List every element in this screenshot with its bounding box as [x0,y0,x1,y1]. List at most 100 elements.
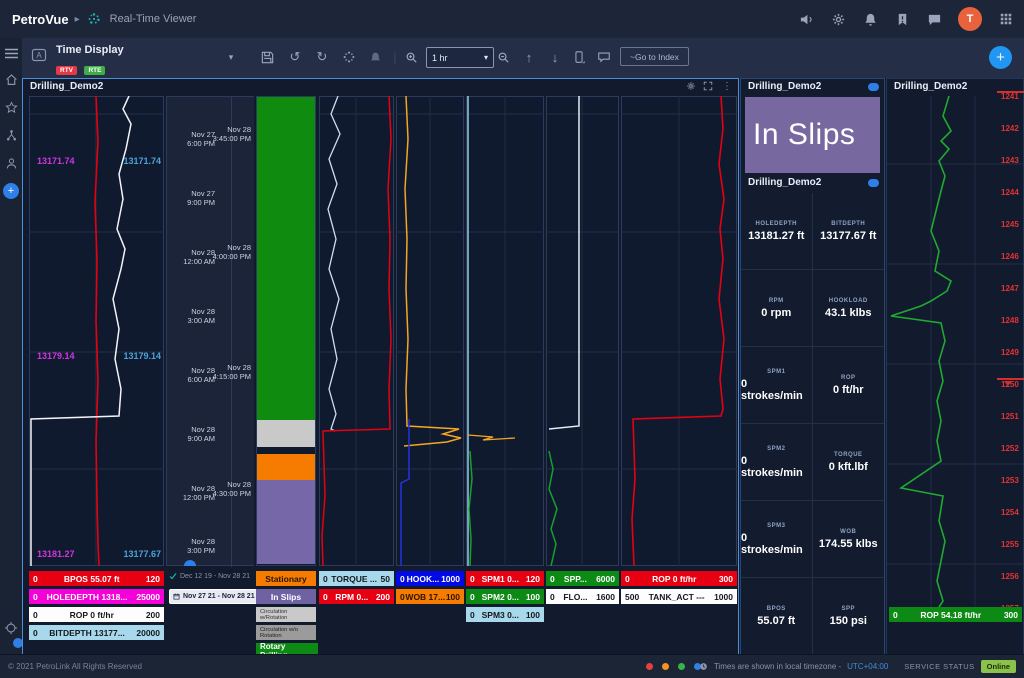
settings-gear-icon[interactable] [830,11,846,27]
target-icon[interactable] [4,621,18,635]
legend-bpos[interactable]: 0BPOS 55.07 ft120 [29,571,164,586]
status-values-panel[interactable]: Drilling_Demo2 In Slips Drilling_Demo2 H… [740,78,885,656]
track-rig-state[interactable] [256,96,316,566]
value-cell: BPOS55.07 ft [741,578,813,655]
apps-grid-icon[interactable] [998,11,1014,27]
redo-icon[interactable]: ↻ [313,48,331,66]
bookmark-alert-icon[interactable] [894,11,910,27]
value-cell: SPM10 strokes/min [741,347,813,424]
panel-expand-icon[interactable] [703,81,717,91]
header-actions: T [798,0,1014,38]
legend-spp[interactable]: 0SPP...6000 [546,571,619,586]
track-rop-tank[interactable] [621,96,737,566]
messages-icon[interactable] [926,11,942,27]
interval-select[interactable]: 1 hr ▾ [426,47,494,68]
display-type-icon[interactable]: A [30,46,48,64]
state-block-stationary [257,454,315,480]
selected-range-button[interactable]: Nov 27 21 - Nov 28 21 [169,589,259,604]
legend-state-stationary[interactable]: Stationary [256,571,316,586]
panel-link-icon[interactable] [868,179,879,187]
legend-state-circulation-w-rotation[interactable]: Circulation w/Rotation [256,607,316,622]
value-cell: HOOKLOAD43.1 klbs [813,270,885,347]
app-header: PetroVue ▸ Real-Time Viewer T [0,0,1024,38]
save-icon[interactable] [258,48,276,66]
scale-tick: 1254 [1001,508,1024,518]
dot-orange[interactable] [662,663,669,670]
home-icon[interactable] [4,72,18,86]
legend-state-in-slips[interactable]: In Slips [256,589,316,604]
time-cursor-marker[interactable] [184,560,196,566]
legend-holedepth[interactable]: 0HOLEDEPTH 1318...25000 [29,589,164,604]
legend-rpm[interactable]: 0RPM 0...200 [319,589,394,604]
sparkle-icon[interactable] [340,48,358,66]
scale-tick: 1255 [1001,540,1024,550]
legend-tank-act[interactable]: 500TANK_ACT ---1000 [621,589,737,604]
legend-torque[interactable]: 0TORQUE ...50 [319,571,394,586]
legend-spm2[interactable]: 0SPM2 0...100 [466,589,544,604]
legend-wob[interactable]: 0WOB 17...100 [396,589,464,604]
statusbar-right: Times are shown in local timezone - UTC+… [699,655,1016,678]
legend-rop-right[interactable]: 0ROP 54.18 ft/hr300 [889,607,1022,622]
scale-tick: 1243 [1001,156,1024,166]
value-cell: HOLEDEPTH13181.27 ft [741,193,813,270]
comment-icon[interactable] [595,48,613,66]
star-icon[interactable] [4,100,18,114]
track-spp-flo[interactable] [546,96,619,566]
track-spm[interactable] [466,96,544,566]
device-view-icon[interactable] [570,48,588,66]
timezone-value[interactable]: UTC+04:00 [847,662,888,671]
panel-menu-icon[interactable]: ⋮ [720,81,734,92]
user-icon[interactable] [4,156,18,170]
dot-red[interactable] [646,663,653,670]
legend-rop[interactable]: 0ROP 0 ft/hr300 [621,571,737,586]
sidebar-add-button[interactable]: + [3,183,19,199]
arrow-down-icon[interactable]: ↓ [546,48,564,66]
value-cell: SPP150 psi [813,578,885,655]
time-tick-minor: Nov 284:15:00 PM [207,363,251,381]
zoom-in-icon[interactable] [402,48,420,66]
menu-icon[interactable] [4,46,18,60]
notification-bell-icon[interactable] [862,11,878,27]
copyright-text: © 2021 PetroLink All Rights Reserved [8,662,142,671]
legend-hook[interactable]: 0HOOK...1000 [396,571,464,586]
scale-tick: 1252 [1001,444,1024,454]
rig-state-text: In Slips [753,118,855,152]
time-tick: Nov 283:00 PM [171,537,215,555]
go-to-index-button[interactable]: ~Go to Index [620,47,689,66]
time-tick: Nov 289:00 AM [171,425,215,443]
full-range-label[interactable]: Dec 12 19 - Nov 28 21 [169,572,250,580]
user-avatar[interactable]: T [958,7,982,31]
page-title: Real-Time Viewer [110,13,197,25]
time-tick-minor: Nov 284:30:00 PM [207,480,251,498]
arrow-up-icon[interactable]: ↑ [520,48,538,66]
legend-spm1[interactable]: 0SPM1 0...120 [466,571,544,586]
legend-bitdepth[interactable]: 0BITDEPTH 13177...20000 [29,625,164,640]
left-sidebar: + [0,38,22,655]
track-torque-rpm[interactable] [319,96,394,566]
panel-settings-icon[interactable] [686,81,700,91]
panel-link-icon[interactable] [868,83,879,91]
legend-spm3[interactable]: 0SPM3 0...100 [466,607,544,622]
time-tick: Nov 279:00 PM [171,189,215,207]
app-root: PetroVue ▸ Real-Time Viewer T [0,0,1024,678]
toolbar: A Time Display RTV RTE ▾ ↺ ↻ | 1 hr ▾ ↑ [0,38,1024,79]
toolbar-bell-icon[interactable] [366,48,384,66]
right-chart-panel[interactable]: Drilling_Demo2 1241 1242 1243 1244 1245 … [886,78,1024,656]
undo-icon[interactable]: ↺ [286,48,304,66]
network-icon[interactable] [4,128,18,142]
panel-title: Drilling_Demo2 [894,81,967,92]
track-depth[interactable] [29,96,164,566]
state-block-rotary-drilling [257,97,315,420]
dot-green[interactable] [678,663,685,670]
view-dropdown-caret-icon[interactable]: ▾ [222,48,240,66]
add-panel-button[interactable]: + [989,46,1012,69]
brand-logo-text[interactable]: PetroVue [12,12,69,27]
legend-state-circulation-wo-rotation[interactable]: Circulation w/o Rotation [256,625,316,640]
track-hook-wob[interactable] [396,96,464,566]
volume-icon[interactable] [798,11,814,27]
zoom-out-icon[interactable] [494,48,512,66]
legend-flo[interactable]: 0FLO...1600 [546,589,619,604]
legend-rop-depth-track[interactable]: 0ROP 0 ft/hr200 [29,607,164,622]
rtv-badge: RTV [56,66,77,75]
main-chart-panel[interactable]: Drilling_Demo2 ⋮ [22,78,739,656]
